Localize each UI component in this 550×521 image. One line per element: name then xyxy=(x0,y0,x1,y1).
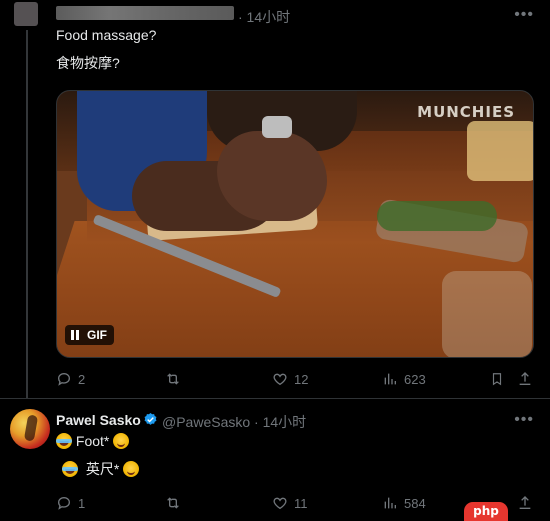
views-icon xyxy=(384,373,396,385)
reply-button[interactable]: 1 xyxy=(56,495,85,511)
reply-text-zh: 英尺* xyxy=(85,461,120,477)
repost-icon xyxy=(167,497,179,509)
gif-controls[interactable]: GIF xyxy=(65,325,114,345)
laughing-emoji-icon xyxy=(62,461,78,477)
smiling-emoji-icon xyxy=(113,433,130,449)
like-count: 11 xyxy=(294,495,308,511)
like-count: 12 xyxy=(294,371,309,387)
hand-shape xyxy=(217,131,327,221)
author-name[interactable]: Pawel Sasko xyxy=(56,412,141,428)
like-icon xyxy=(273,497,287,510)
watch-shape xyxy=(262,116,292,138)
tweet-1: · 14小时 ••• Food massage? 食物按摩? MUNCHIES … xyxy=(0,0,550,398)
like-button[interactable]: 11 xyxy=(272,495,308,511)
blurred-author-name[interactable] xyxy=(56,6,234,20)
laughing-emoji-icon xyxy=(56,433,72,449)
views-button[interactable]: 623 xyxy=(382,371,426,387)
views-count: 623 xyxy=(404,371,426,387)
share-icon xyxy=(519,496,531,509)
tweet-text-zh: 食物按摩? xyxy=(56,55,120,71)
php-watermark-logo: php xyxy=(464,502,508,521)
reply-icon xyxy=(57,496,71,510)
bookmark-icon xyxy=(492,373,502,386)
verified-badge-icon xyxy=(144,412,157,425)
views-count: 584 xyxy=(404,495,426,511)
reply-icon xyxy=(57,372,71,386)
bookmark-button[interactable] xyxy=(490,371,504,387)
avatar[interactable] xyxy=(10,409,50,449)
share-icon xyxy=(519,372,531,385)
plate-shape xyxy=(467,121,533,181)
reply-text-zh-line: 英尺* xyxy=(62,459,140,479)
more-options-icon[interactable]: ••• xyxy=(514,6,534,24)
repost-button[interactable] xyxy=(164,495,182,511)
tweet-actions: 2 12 623 xyxy=(56,371,536,391)
share-button[interactable] xyxy=(517,495,533,511)
munchies-watermark: MUNCHIES xyxy=(417,103,515,121)
herbs-shape xyxy=(377,201,497,231)
share-button[interactable] xyxy=(517,371,533,387)
repost-button[interactable] xyxy=(164,371,182,387)
post-time[interactable]: · 14小时 xyxy=(238,7,290,27)
reply-button[interactable]: 2 xyxy=(56,371,85,387)
reply-text-en-line: Foot* xyxy=(56,433,130,449)
more-options-icon[interactable]: ••• xyxy=(514,411,534,429)
thread-line xyxy=(26,30,28,398)
blurred-avatar[interactable] xyxy=(14,2,38,26)
tweet-text-en: Food massage? xyxy=(56,27,157,43)
reply-text-en: Foot* xyxy=(75,433,110,449)
views-icon xyxy=(384,497,396,509)
gif-label: GIF xyxy=(87,328,107,342)
views-button[interactable]: 584 xyxy=(382,495,426,511)
like-icon xyxy=(273,373,287,386)
reply-count: 2 xyxy=(78,371,86,387)
repost-icon xyxy=(167,373,179,385)
reply-count: 1 xyxy=(78,495,86,511)
jar-shape xyxy=(442,271,532,357)
like-button[interactable]: 12 xyxy=(272,371,308,387)
author-handle-time[interactable]: @PaweSasko · 14小时 xyxy=(162,412,306,432)
smiling-emoji-icon xyxy=(123,461,140,477)
pause-icon[interactable] xyxy=(71,330,79,340)
gif-media[interactable]: MUNCHIES GIF xyxy=(56,90,534,358)
